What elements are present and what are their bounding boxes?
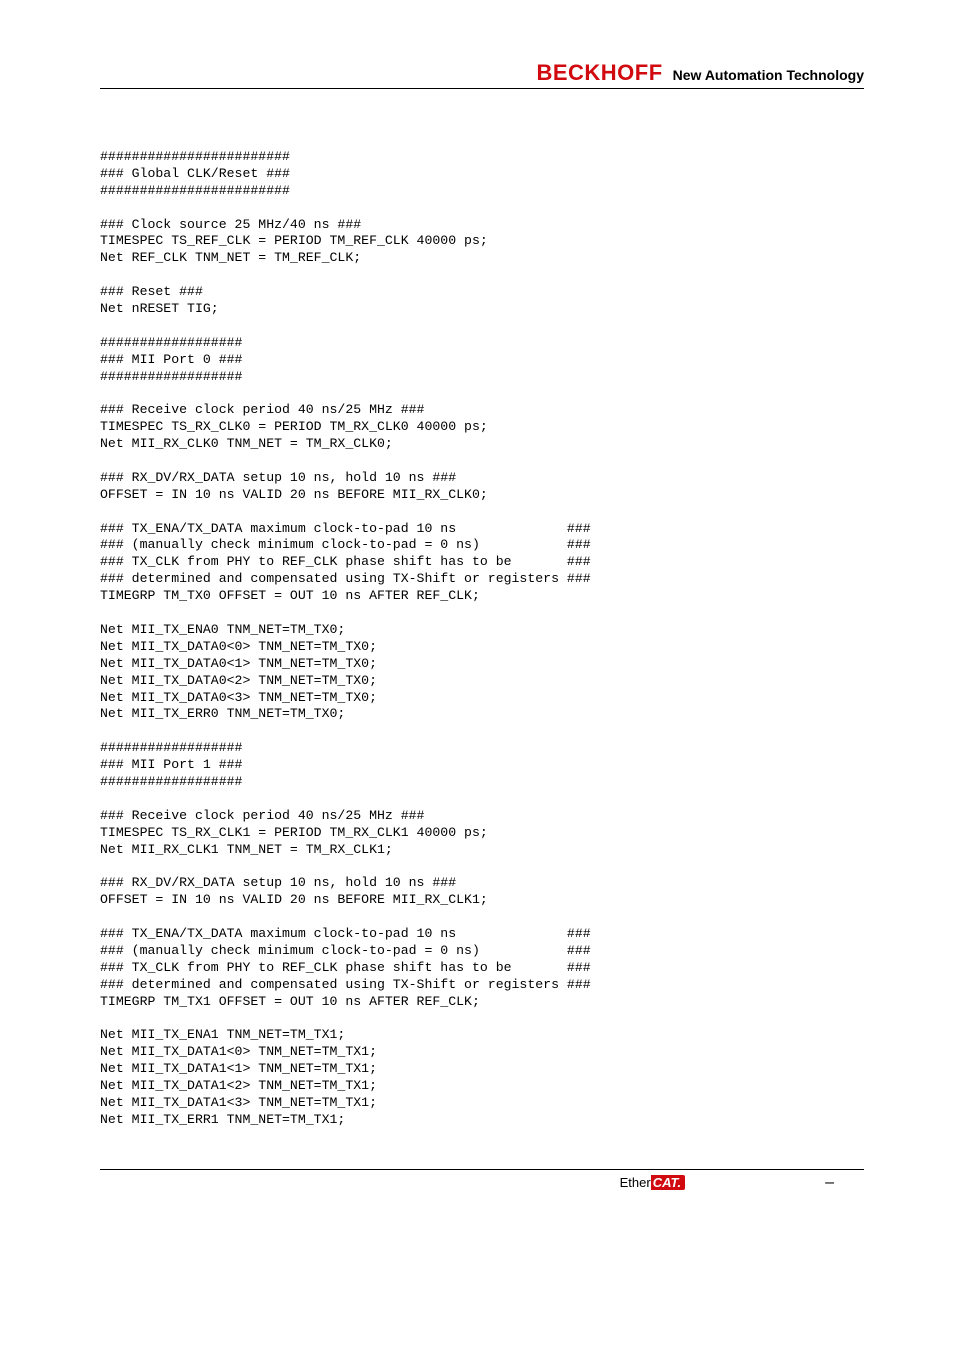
- footer-bar: EtherCAT. –: [100, 1169, 864, 1192]
- ethercat-prefix: Ether: [620, 1175, 651, 1190]
- footer-dash: –: [825, 1174, 864, 1192]
- code-block: ######################## ### Global CLK/…: [100, 149, 864, 1129]
- ethercat-logo: EtherCAT.: [620, 1175, 685, 1190]
- header-bar: BECKHOFF New Automation Technology: [100, 60, 864, 89]
- brand-logo: BECKHOFF: [536, 60, 662, 86]
- brand-tagline: New Automation Technology: [673, 67, 864, 83]
- ethercat-suffix: CAT.: [651, 1175, 685, 1190]
- page: BECKHOFF New Automation Technology #####…: [0, 0, 954, 1232]
